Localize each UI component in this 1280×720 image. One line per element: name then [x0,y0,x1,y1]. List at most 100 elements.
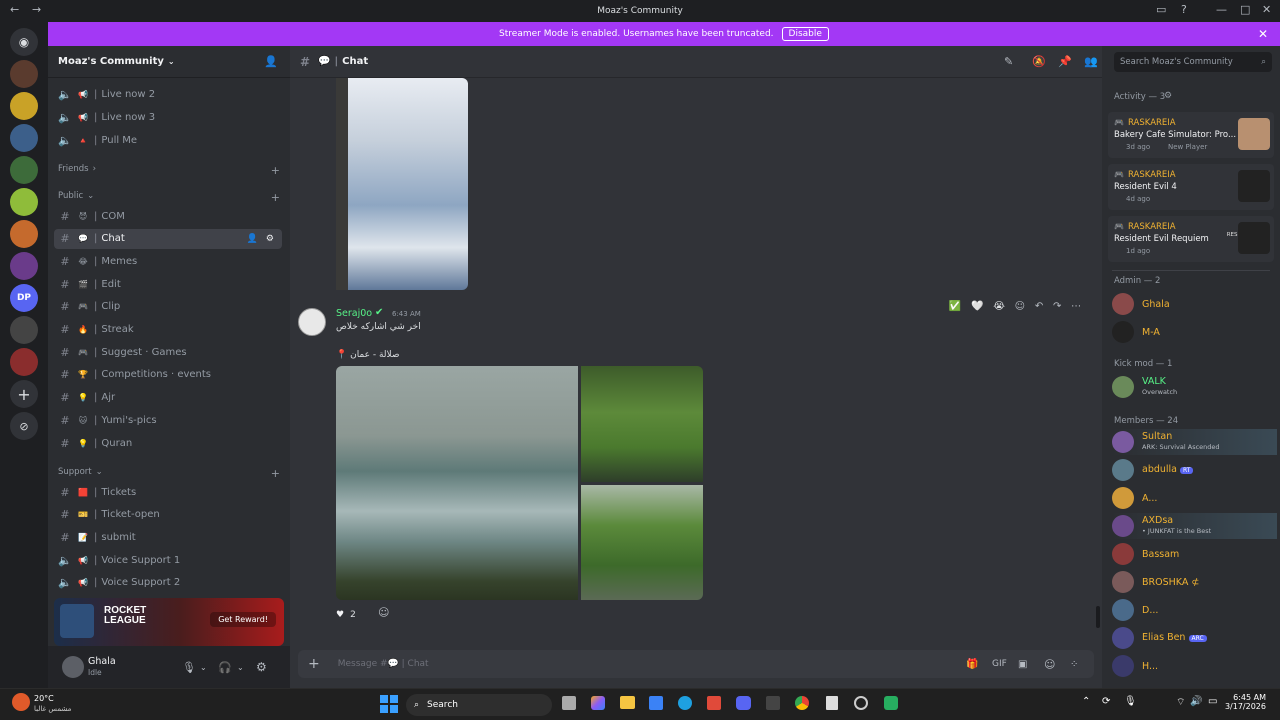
discord-taskbar-icon[interactable] [736,696,751,710]
volume-icon[interactable]: 🔊 [1190,696,1202,707]
channel-channels_public-1[interactable]: # 💬 | Chat 👤 ⚙ [54,228,282,249]
cloud-image[interactable] [336,78,468,290]
search-input[interactable]: Search Moaz's Community ⌕ [1114,52,1272,72]
member-item[interactable]: Elias Ben ARC [1112,625,1277,651]
clock[interactable]: 6:45 AM 3/17/2026 [1222,693,1266,711]
gift-icon[interactable]: 🎁 [966,659,978,670]
member-item[interactable]: Sultan ARK: Survival Ascended [1112,429,1277,455]
member-item[interactable]: VALK Overwatch [1112,374,1277,400]
reaction-heart[interactable]: ♥ 2 [336,606,356,624]
member-item[interactable]: BROSHKA ⊄ [1112,569,1277,595]
crying-reaction-icon[interactable]: 😭 [993,301,1005,312]
reply-icon[interactable]: ↶ [1035,301,1043,312]
channel-channels_public-6[interactable]: # 🎮 | Suggest · Games [54,342,282,362]
category-friends[interactable]: Friends › + [58,164,280,177]
member-item[interactable]: Ghala [1112,291,1277,317]
server-header[interactable]: Moaz's Community ⌄ 👤 [48,46,290,78]
member-list-icon[interactable]: 👥 [1084,55,1098,68]
add-reaction-toolbar-icon[interactable]: ☺ [1015,301,1025,312]
invite-icon[interactable]: 👤 [264,55,278,68]
member-item[interactable]: A... [1112,485,1277,511]
edge-icon[interactable] [678,696,692,710]
member-item[interactable]: AXDsa • JUNKFAT is the Best [1112,513,1277,539]
channel-channels_public-9[interactable]: # 🐱 | Yumi's-pics [54,410,282,430]
channel-channels_top-2[interactable]: 🔈 🔺 | Pull Me [54,130,282,150]
battery-icon[interactable]: ▭ [1208,696,1217,707]
author-avatar[interactable] [298,308,326,336]
attach-plus-icon[interactable]: + [308,656,320,672]
pin-icon[interactable]: 📌 [1058,55,1072,68]
member-item[interactable]: D... [1112,597,1277,623]
channel-channels_support-0[interactable]: # 🟥 | Tickets [54,482,282,502]
create-channel-icon[interactable]: + [271,164,280,177]
inbox-icon[interactable]: ▭ [1156,3,1166,16]
server-icon-7[interactable] [10,252,38,280]
member-item[interactable]: Bassam [1112,541,1277,567]
app-icon-red[interactable] [707,696,721,710]
channel-channels_public-0[interactable]: # 😈 | COM [54,206,282,226]
more-icon[interactable]: ⋯ [1071,301,1081,312]
message-author[interactable]: Seraj0o [336,308,372,319]
channel-channels_support-2[interactable]: # 📝 | submit [54,527,282,547]
channel-channels_top-1[interactable]: 🔈 📢 | Live now 3 [54,107,282,127]
sticker-icon[interactable]: ▣ [1018,659,1027,670]
activity-card[interactable]: 🎮 RASKAREIA Bakery Cafe Simulator: Pro..… [1108,112,1274,158]
beach-image[interactable] [336,366,578,600]
green-valley-image[interactable] [581,366,703,482]
epic-games-icon[interactable] [766,696,780,710]
mic-icon[interactable]: 🎙 [182,661,196,674]
white-heart-reaction-icon[interactable]: 🤍 [971,301,983,312]
threads-icon[interactable]: ✎ [1004,55,1013,68]
server-icon-3[interactable] [10,124,38,152]
member-item[interactable]: H... [1112,653,1277,679]
start-icon[interactable] [380,695,398,713]
message-input[interactable]: Message #💬 | Chat [338,659,429,669]
chrome-icon[interactable] [795,696,809,710]
store-icon[interactable] [649,696,663,710]
file-explorer-icon[interactable] [620,696,635,709]
channel-channels_public-8[interactable]: # 💡 | Ajr [54,388,282,408]
close-icon[interactable]: ✕ [1258,27,1268,41]
channel-channels_public-5[interactable]: # 🔥 | Streak [54,320,282,340]
headphones-icon[interactable]: 🎧 [218,661,232,674]
mute-icon[interactable]: 🔕 [1032,55,1046,68]
tray-chevron-icon[interactable]: ⌃ [1082,696,1090,707]
server-icon-8[interactable] [10,316,38,344]
activity-card[interactable]: 🎮 RASKAREIA Resident Evil Requiem 1d ago… [1108,216,1274,262]
channel-channels_public-2[interactable]: # 😂 | Memes [54,251,282,271]
channel-settings-icon[interactable]: ⚙ [266,234,274,244]
server-icon-dp[interactable]: DP [10,284,38,312]
tray-mic-icon[interactable]: 🎙 [1124,696,1137,707]
server-icon-5[interactable] [10,188,38,216]
channel-channels_public-3[interactable]: # 🎬 | Edit [54,274,282,294]
server-icon-1[interactable] [10,60,38,88]
channel-channels_top-0[interactable]: 🔈 📢 | Live now 2 [54,84,282,104]
get-reward-button[interactable]: Get Reward! [210,612,276,627]
disable-button[interactable]: Disable [781,27,829,41]
add-reaction-icon[interactable]: ☺ [378,606,389,619]
settings-taskbar-icon[interactable] [854,696,868,710]
help-icon[interactable]: ? [1181,3,1187,16]
channel-channels_support-3[interactable]: 🔈 📢 | Voice Support 1 [54,550,282,570]
apps-icon[interactable]: ⁘ [1070,659,1078,670]
channel-channels_public-4[interactable]: # 🎮 | Clip [54,297,282,317]
discord-home-icon[interactable]: ◉ [10,28,38,56]
scrollbar[interactable] [1096,606,1100,628]
create-channel-icon[interactable]: + [271,191,280,204]
maximize-icon[interactable]: □ [1240,3,1250,16]
task-view-icon[interactable] [562,696,576,710]
tray-app-icon[interactable]: ⟳ [1102,696,1110,707]
rocket-league-promo[interactable]: ROCKET LEAGUE Get Reward! [54,598,284,646]
checkmark-reaction-icon[interactable]: ✅ [949,301,961,312]
emoji-icon[interactable]: ☺ [1044,658,1055,671]
member-item[interactable]: M-A [1112,319,1277,345]
taskbar-search[interactable]: ⌕ Search [406,694,552,716]
category-support[interactable]: Support ⌄ + [58,467,280,480]
discover-icon[interactable]: ⊘ [10,412,38,440]
activity-card[interactable]: 🎮 RASKAREIA Resident Evil 4 4d ago [1108,164,1274,210]
channel-channels_public-10[interactable]: # 💡 | Quran [54,433,282,453]
settings-icon[interactable]: ⚙ [256,660,267,674]
server-icon-9[interactable] [10,348,38,376]
server-icon-4[interactable] [10,156,38,184]
member-item[interactable]: abdulla RT [1112,457,1277,483]
